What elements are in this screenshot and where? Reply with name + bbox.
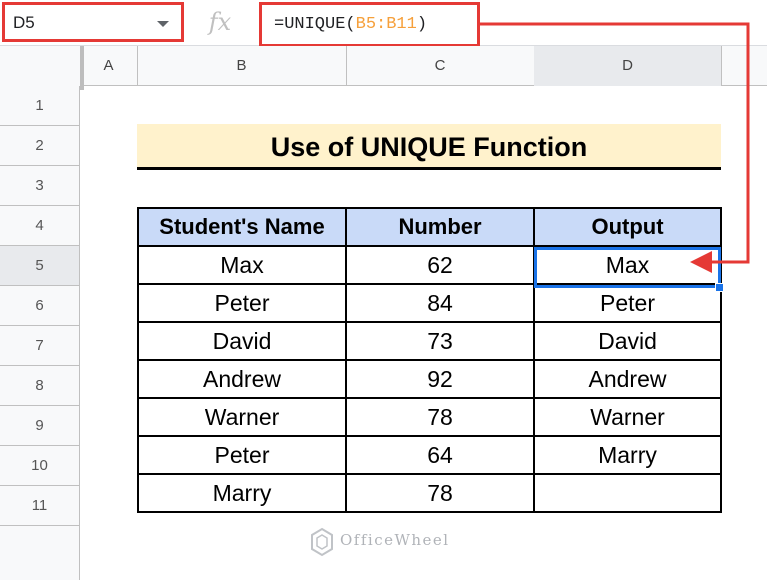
watermark-text: OfficeWheel: [340, 531, 450, 549]
arrow-head-icon: [690, 251, 712, 273]
watermark: OfficeWheel: [310, 523, 460, 563]
annotation-arrow: [480, 22, 750, 273]
arrow-line: [480, 22, 750, 264]
officewheel-logo-icon: [311, 527, 333, 557]
